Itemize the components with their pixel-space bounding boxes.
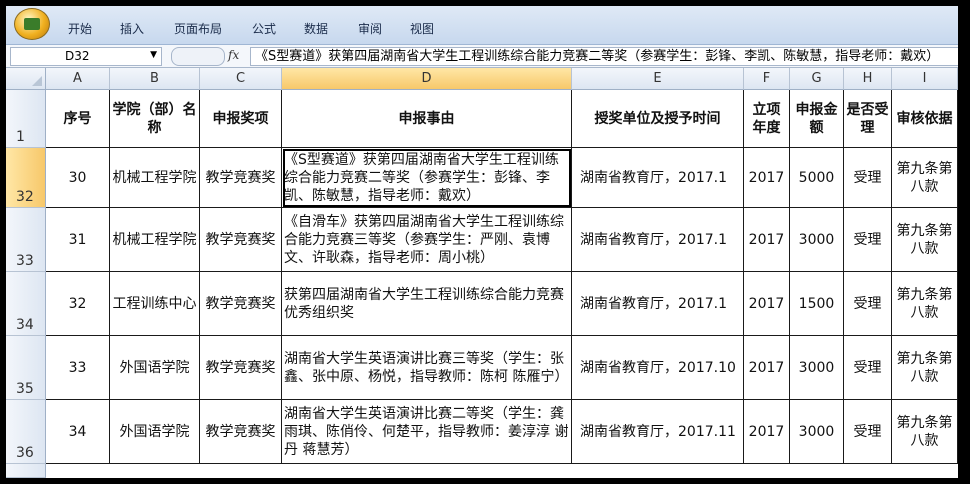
table-cell[interactable]: 《自滑车》获第四届湖南省大学生工程训练综合能力竞赛三等奖（参赛学生：严刚、袁博文… bbox=[282, 208, 572, 272]
row-number: 33 bbox=[16, 253, 34, 269]
row-header-32[interactable]: 32 bbox=[6, 148, 46, 208]
column-header-f[interactable]: F bbox=[744, 68, 790, 90]
table-cell[interactable]: 受理 bbox=[844, 208, 892, 272]
name-box[interactable]: D32 ▼ bbox=[10, 47, 162, 66]
header-cell[interactable]: 申报奖项 bbox=[200, 90, 282, 148]
table-cell[interactable]: 教学竞赛奖 bbox=[200, 400, 282, 464]
table-cell[interactable]: 33 bbox=[46, 336, 110, 400]
table-cell[interactable]: 《S型赛道》获第四届湖南省大学生工程训练综合能力竞赛二等奖（参赛学生：彭锋、李凯… bbox=[282, 148, 572, 208]
header-cell[interactable]: 申报金额 bbox=[790, 90, 844, 148]
table-cell[interactable]: 受理 bbox=[844, 272, 892, 336]
column-header-h[interactable]: H bbox=[844, 68, 892, 90]
row-header-partial[interactable] bbox=[6, 464, 46, 478]
row-header-34[interactable]: 34 bbox=[6, 272, 46, 336]
name-box-value: D32 bbox=[65, 49, 90, 63]
table-cell[interactable]: 2017 bbox=[744, 148, 790, 208]
tab-page-layout[interactable]: 页面布局 bbox=[174, 20, 222, 37]
formula-bar: D32 ▼ fx 《S型赛道》获第四届湖南省大学生工程训练综合能力竞赛二等奖（参… bbox=[6, 45, 958, 68]
header-cell[interactable]: 序号 bbox=[46, 90, 110, 148]
table-cell[interactable]: 机械工程学院 bbox=[110, 148, 200, 208]
table-cell[interactable]: 2017 bbox=[744, 208, 790, 272]
tab-data[interactable]: 数据 bbox=[304, 20, 328, 37]
table-cell[interactable]: 教学竞赛奖 bbox=[200, 148, 282, 208]
row-number: 36 bbox=[16, 445, 34, 461]
table-cell[interactable]: 2017 bbox=[744, 336, 790, 400]
table-cell[interactable]: 湖南省教育厅，2017.1 bbox=[572, 148, 744, 208]
table-cell[interactable]: 第九条第八款 bbox=[892, 208, 958, 272]
table-cell[interactable]: 第九条第八款 bbox=[892, 336, 958, 400]
formula-bar-separator bbox=[171, 47, 225, 66]
table-cell[interactable]: 湖南省大学生英语演讲比赛二等奖（学生：龚雨琪、陈俏伶、何楚平，指导教师：姜淳淳 … bbox=[282, 400, 572, 464]
header-cell[interactable]: 是否受理 bbox=[844, 90, 892, 148]
column-header-i[interactable]: I bbox=[892, 68, 958, 90]
header-cell[interactable]: 申报事由 bbox=[282, 90, 572, 148]
chevron-down-icon[interactable]: ▼ bbox=[150, 47, 157, 64]
table-cell[interactable]: 外国语学院 bbox=[110, 400, 200, 464]
column-header-b[interactable]: B bbox=[110, 68, 200, 90]
table-cell[interactable]: 机械工程学院 bbox=[110, 208, 200, 272]
table-cell[interactable]: 2017 bbox=[744, 272, 790, 336]
row-header-36[interactable]: 36 bbox=[6, 400, 46, 464]
table-cell[interactable]: 3000 bbox=[790, 400, 844, 464]
table-cell[interactable]: 1500 bbox=[790, 272, 844, 336]
row-number: 35 bbox=[16, 381, 34, 397]
table-cell[interactable]: 湖南省教育厅，2017.1 bbox=[572, 208, 744, 272]
table-cell[interactable]: 外国语学院 bbox=[110, 336, 200, 400]
column-header-e[interactable]: E bbox=[572, 68, 744, 90]
formula-input[interactable]: 《S型赛道》获第四届湖南省大学生工程训练综合能力竞赛二等奖（参赛学生：彭锋、李凯… bbox=[250, 47, 958, 66]
table-cell[interactable]: 31 bbox=[46, 208, 110, 272]
table-cell[interactable]: 第九条第八款 bbox=[892, 148, 958, 208]
column-header-g[interactable]: G bbox=[790, 68, 844, 90]
table-cell[interactable]: 工程训练中心 bbox=[110, 272, 200, 336]
header-cell[interactable]: 授奖单位及授予时间 bbox=[572, 90, 744, 148]
table-cell[interactable]: 教学竞赛奖 bbox=[200, 336, 282, 400]
select-all-corner[interactable] bbox=[6, 68, 46, 90]
table-cell[interactable]: 32 bbox=[46, 272, 110, 336]
table-cell[interactable]: 教学竞赛奖 bbox=[200, 272, 282, 336]
tab-view[interactable]: 视图 bbox=[410, 20, 434, 37]
table-cell[interactable]: 湖南省教育厅，2017.10 bbox=[572, 336, 744, 400]
tab-review[interactable]: 审阅 bbox=[358, 20, 382, 37]
table-cell[interactable]: 第九条第八款 bbox=[892, 400, 958, 464]
table-cell[interactable]: 第九条第八款 bbox=[892, 272, 958, 336]
tab-home[interactable]: 开始 bbox=[68, 20, 92, 37]
header-cell[interactable]: 审核依据 bbox=[892, 90, 958, 148]
row-number: 1 bbox=[16, 129, 25, 145]
row-number: 32 bbox=[16, 189, 34, 205]
row-header-1[interactable]: 1 bbox=[6, 90, 46, 148]
table-cell[interactable]: 受理 bbox=[844, 148, 892, 208]
table-cell[interactable]: 34 bbox=[46, 400, 110, 464]
header-cell[interactable]: 立项年度 bbox=[744, 90, 790, 148]
table-cell[interactable]: 受理 bbox=[844, 336, 892, 400]
table-cell[interactable]: 教学竞赛奖 bbox=[200, 208, 282, 272]
row-header-35[interactable]: 35 bbox=[6, 336, 46, 400]
header-cell[interactable]: 学院（部）名称 bbox=[110, 90, 200, 148]
table-cell[interactable]: 获第四届湖南省大学生工程训练综合能力竞赛优秀组织奖 bbox=[282, 272, 572, 336]
insert-function-icon[interactable]: fx bbox=[228, 48, 239, 62]
column-header-a[interactable]: A bbox=[46, 68, 110, 90]
table-cell[interactable]: 30 bbox=[46, 148, 110, 208]
table-cell[interactable]: 湖南省教育厅，2017.11 bbox=[572, 400, 744, 464]
table-cell[interactable]: 湖南省教育厅，2017.1 bbox=[572, 272, 744, 336]
tab-insert[interactable]: 插入 bbox=[120, 20, 144, 37]
row-header-33[interactable]: 33 bbox=[6, 208, 46, 272]
row-number: 34 bbox=[16, 317, 34, 333]
office-button-icon[interactable] bbox=[14, 8, 50, 40]
table-cell[interactable]: 2017 bbox=[744, 400, 790, 464]
tab-formulas[interactable]: 公式 bbox=[252, 20, 276, 37]
table-cell[interactable]: 3000 bbox=[790, 336, 844, 400]
column-header-d[interactable]: D bbox=[282, 68, 572, 90]
spreadsheet-window: 开始 插入 页面布局 公式 数据 审阅 视图 D32 ▼ fx 《S型赛道》获第… bbox=[6, 6, 958, 478]
table-cell[interactable]: 湖南省大学生英语演讲比赛三等奖（学生：张鑫、张中原、杨悦，指导教师：陈柯 陈雁宁… bbox=[282, 336, 572, 400]
ribbon: 开始 插入 页面布局 公式 数据 审阅 视图 bbox=[6, 6, 958, 45]
table-cell[interactable]: 3000 bbox=[790, 208, 844, 272]
table-cell[interactable]: 5000 bbox=[790, 148, 844, 208]
column-header-c[interactable]: C bbox=[200, 68, 282, 90]
table-cell[interactable]: 受理 bbox=[844, 400, 892, 464]
